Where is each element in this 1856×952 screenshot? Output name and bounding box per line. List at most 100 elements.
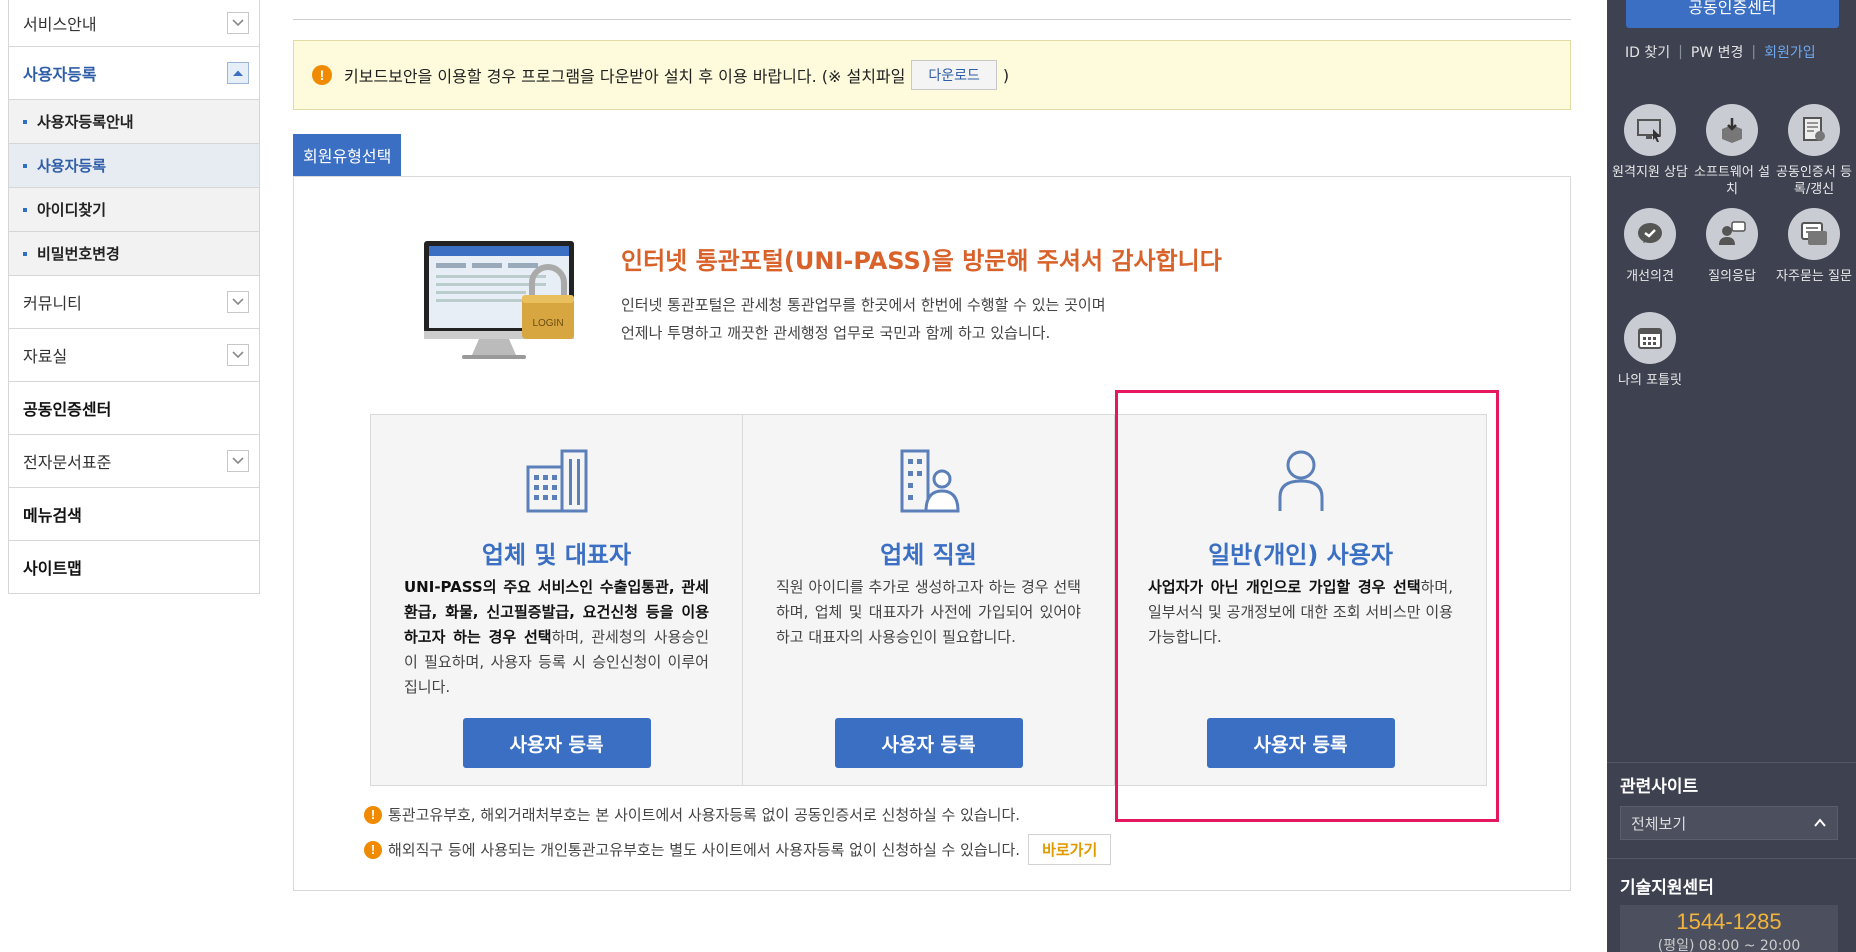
quick-label: 원격지원 상담 [1612,165,1688,180]
sidebar-menu: 서비스안내 사용자등록 사용자등록안내 사용자등록 아이디찾기 비밀번호변경 커… [8,0,260,594]
sidebar-item-label: 메뉴검색 [23,506,82,525]
chevron-down-icon[interactable] [227,12,249,34]
chevron-up-icon[interactable] [227,62,249,84]
sidebar-item-label: 자료실 [23,347,68,366]
warning-icon: ! [364,805,382,824]
sidebar-subitem-label: 비밀번호변경 [37,245,120,263]
card-company-representative: 업체 및 대표자 UNI-PASS의 주요 서비스인 수출입통관, 관세환급, … [371,415,743,785]
quick-certificate[interactable]: 공동인증서 등록/갱신 [1774,104,1854,198]
building-person-icon [900,449,960,513]
change-pw-link[interactable]: PW 변경 [1691,42,1744,62]
warning-icon: ! [312,65,332,85]
quick-improvement[interactable]: 개선의견 [1610,208,1690,302]
warning-icon: ! [364,840,382,859]
download-button[interactable]: 다운로드 [911,60,997,90]
sidebar-item-label: 사용자등록 [23,65,97,84]
shortcut-button[interactable]: 바로가기 [1028,834,1112,865]
quick-label: 소프트웨어 설치 [1694,165,1770,197]
card-title: 업체 및 대표자 [481,541,632,569]
sidebar-item-edoc-standard[interactable]: 전자문서표준 [9,435,259,488]
note-text: 통관고유부호, 해외거래처부호는 본 사이트에서 사용자등록 없이 공동인증서로… [388,806,1021,824]
register-company-button[interactable]: 사용자 등록 [462,718,651,768]
qna-icon [1706,208,1758,260]
right-quick-panel: 공동인증센터 ID 찾기 | PW 변경 | 회원가입 원격지원 상담 소프트웨… [1607,0,1856,952]
tech-support-title: 기술지원센터 [1620,878,1714,898]
member-type-panel: LOGIN 인터넷 통관포털(UNI-PASS)을 방문해 주셔서 감사합니다 … [293,176,1571,891]
card-company-employee: 업체 직원 직원 아이디를 추가로 생성하고자 하는 경우 선택하며, 업체 및… [743,415,1115,785]
card-description-bold: 사업자가 아닌 개인으로 가입할 경우 선택 [1148,578,1421,596]
sidebar-item-cert-center[interactable]: 공동인증센터 [9,382,259,435]
chevron-down-icon[interactable] [227,291,249,313]
quick-faq[interactable]: 자주묻는 질문 [1774,208,1854,302]
person-icon [1278,450,1323,511]
quick-remote-support[interactable]: 원격지원 상담 [1610,104,1690,198]
sidebar-item-service-info[interactable]: 서비스안내 [9,0,259,47]
divider [1607,762,1856,763]
card-title: 일반(개인) 사용자 [1208,541,1393,569]
sidebar-subitem-label: 사용자등록안내 [37,113,134,131]
card-description: UNI-PASS의 주요 서비스인 수출입통관, 관세환급, 화물, 신고필증발… [404,575,709,700]
card-description: 사업자가 아닌 개인으로 가입할 경우 선택하며, 일부서식 및 공개정보에 대… [1148,575,1453,650]
sidebar-item-label: 전자문서표준 [23,453,112,472]
notice-close-paren: ) [1002,65,1010,85]
tech-support-phone: 1544-1285 [1676,909,1782,934]
card-description: 직원 아이디를 추가로 생성하고자 하는 경우 선택하며, 업체 및 대표자가 … [776,575,1081,650]
download-box-icon [1706,104,1758,156]
cert-center-button[interactable]: 공동인증센터 [1626,0,1839,28]
chevron-down-icon[interactable] [227,344,249,366]
quick-qna[interactable]: 질의응답 [1692,208,1772,302]
card-individual-user: 일반(개인) 사용자 사업자가 아닌 개인으로 가입할 경우 선택하며, 일부서… [1115,415,1486,785]
welcome-title: 인터넷 통관포털(UNI-PASS)을 방문해 주셔서 감사합니다 [621,247,1222,275]
quick-my-portlet[interactable]: 나의 포틀릿 [1610,312,1690,406]
sidebar-subitem-label: 사용자등록 [37,157,107,175]
certificate-icon [1788,104,1840,156]
divider [293,19,1571,20]
link-separator: | [1751,44,1757,60]
welcome-line: 인터넷 통관포털은 관세청 통관업무를 한곳에서 한번에 수행할 수 있는 곳이… [621,296,1106,314]
welcome-description: 인터넷 통관포털은 관세청 통관업무를 한곳에서 한번에 수행할 수 있는 곳이… [621,291,1106,347]
monitor-icon [1624,104,1676,156]
related-sites-select-value: 전체보기 [1631,814,1687,833]
faq-icon [1788,208,1840,260]
quick-software-install[interactable]: 소프트웨어 설치 [1692,104,1772,198]
sidebar-item-label: 사이트맵 [23,559,82,578]
bullet-icon [23,119,27,124]
bullet-icon [23,207,27,212]
card-title: 업체 직원 [880,541,977,569]
chevron-down-icon[interactable] [227,450,249,472]
sidebar-subitem-registration[interactable]: 사용자등록 [9,144,259,188]
keyboard-security-notice: ! 키보드보안을 이용할 경우 프로그램을 다운받아 설치 후 이용 바랍니다.… [293,40,1571,110]
welcome-line: 언제나 투명하고 깨끗한 관세행정 업무로 국민과 함께 하고 있습니다. [621,324,1051,342]
tech-support-hours: (평일) 08:00 ~ 20:00 [1657,938,1801,952]
speech-check-icon [1624,208,1676,260]
quick-label: 나의 포틀릿 [1618,373,1682,388]
quick-label: 질의응답 [1708,269,1756,284]
sidebar-item-user-registration[interactable]: 사용자등록 [9,47,259,100]
related-sites-title: 관련사이트 [1620,777,1699,797]
bullet-icon [23,251,27,256]
login-image-text: LOGIN [532,318,563,329]
tab-member-type[interactable]: 회원유형선택 [293,134,402,176]
quick-label: 개선의견 [1626,269,1674,284]
find-id-link[interactable]: ID 찾기 [1625,42,1670,62]
member-type-cards: 업체 및 대표자 UNI-PASS의 주요 서비스인 수출입통관, 관세환급, … [370,414,1487,786]
divider [1607,858,1856,859]
sidebar-item-sitemap[interactable]: 사이트맵 [9,541,259,594]
sidebar-item-community[interactable]: 커뮤니티 [9,276,259,329]
link-separator: | [1678,44,1683,60]
login-monitor-image: LOGIN [424,241,574,359]
sidebar-item-menu-search[interactable]: 메뉴검색 [9,488,259,541]
sidebar-item-archive[interactable]: 자료실 [9,329,259,382]
sidebar-subitem-find-id[interactable]: 아이디찾기 [9,188,259,232]
building-icon [526,449,587,513]
note-text: 해외직구 등에 사용되는 개인통관고유부호는 별도 사이트에서 사용자등록 없이… [388,841,1021,859]
related-sites-select[interactable]: 전체보기 [1620,806,1838,840]
sidebar-item-label: 공동인증센터 [23,400,112,419]
join-link[interactable]: 회원가입 [1764,42,1816,62]
note-customs-code: ! 통관고유부호, 해외거래처부호는 본 사이트에서 사용자등록 없이 공동인증… [364,804,1020,825]
register-individual-button[interactable]: 사용자 등록 [1206,718,1395,768]
sidebar-subitem-registration-guide[interactable]: 사용자등록안내 [9,100,259,144]
register-employee-button[interactable]: 사용자 등록 [834,718,1023,768]
quick-label: 자주묻는 질문 [1776,269,1852,284]
sidebar-subitem-change-password[interactable]: 비밀번호변경 [9,232,259,276]
